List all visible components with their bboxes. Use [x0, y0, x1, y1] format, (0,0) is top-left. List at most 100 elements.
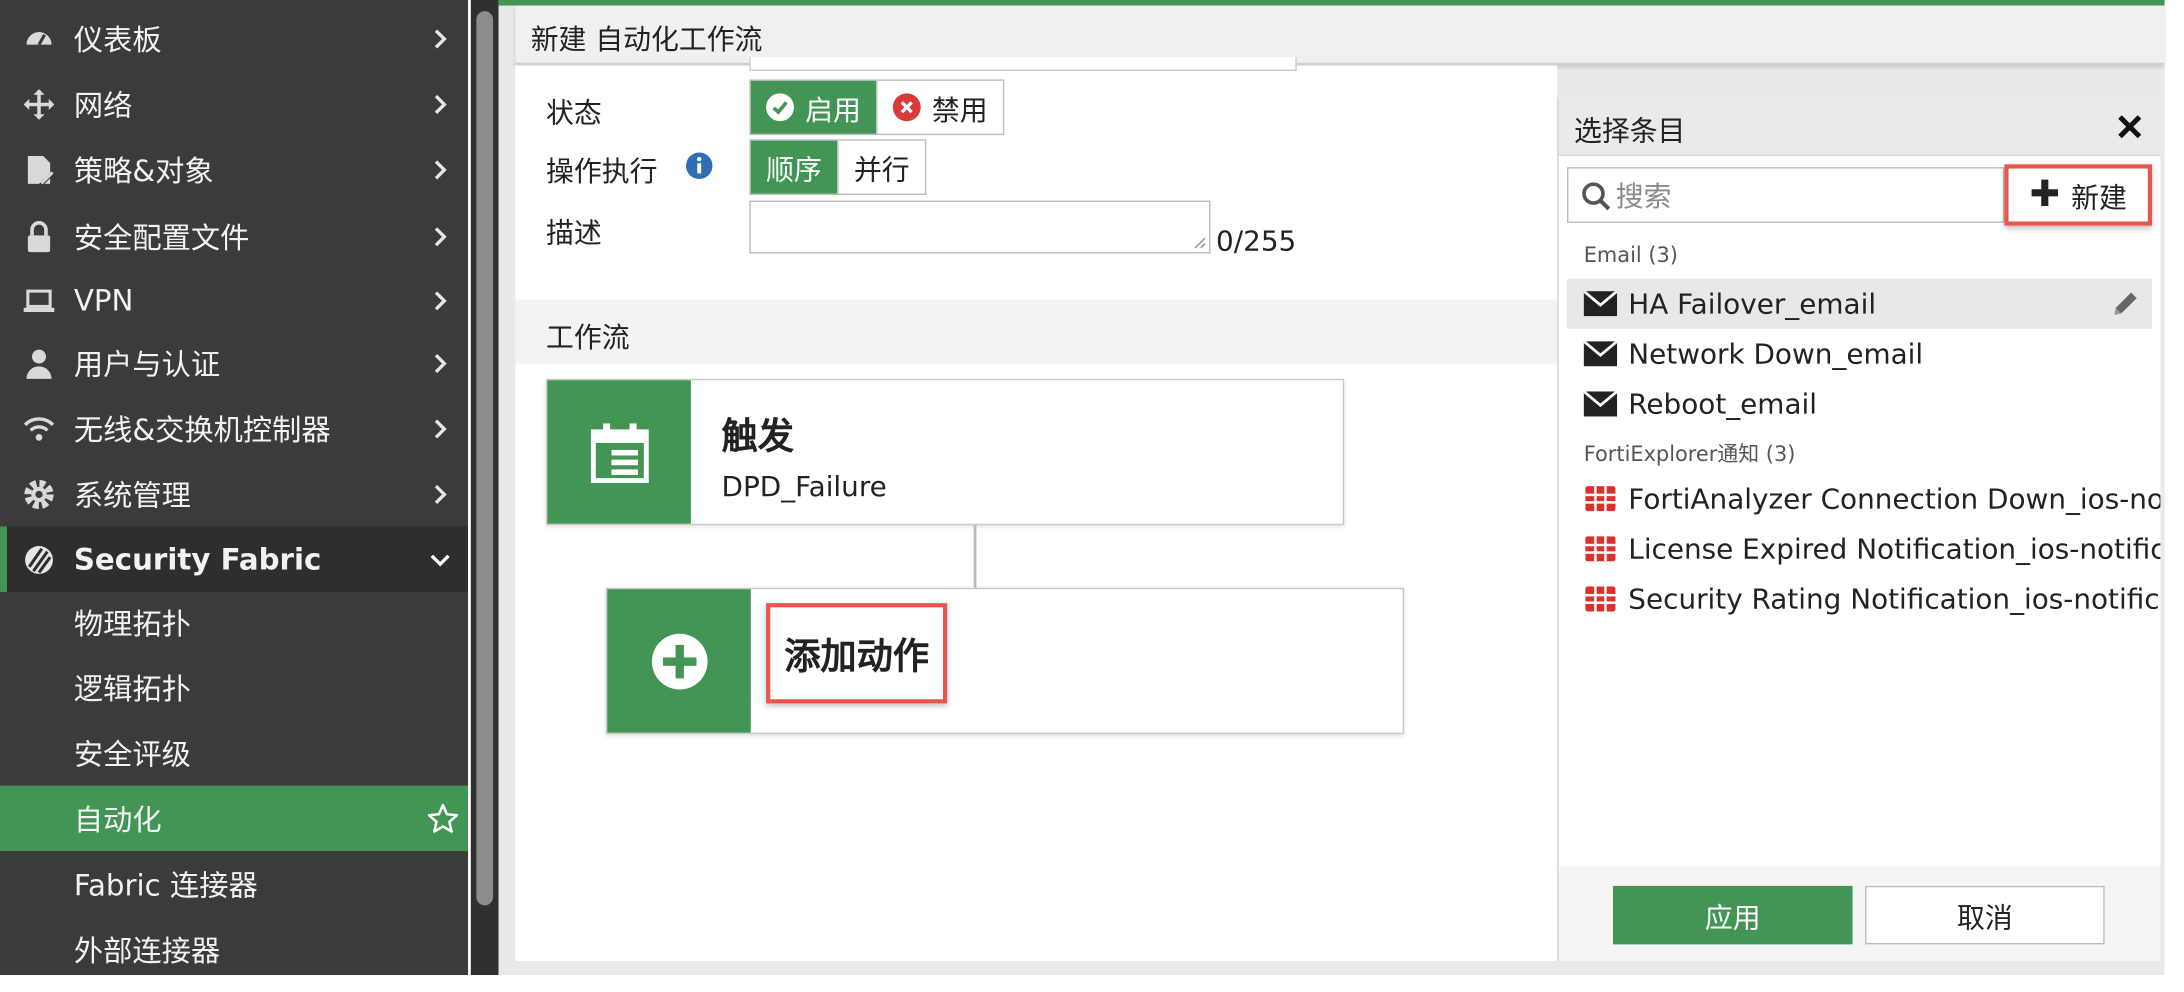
lock-icon	[22, 219, 55, 252]
active-accent-bar	[0, 526, 7, 592]
envelope-icon	[1583, 291, 1618, 317]
fortiexplorer-icon	[1585, 486, 1616, 512]
x-circle-icon	[892, 93, 921, 122]
apply-button[interactable]: 应用	[1612, 885, 1853, 945]
sidebar-subitem-external-connectors[interactable]: 外部连接器	[0, 917, 468, 982]
exec-sequential-option[interactable]: 顺序	[750, 140, 838, 194]
exec-parallel-label: 并行	[853, 152, 910, 186]
sidebar-subitem-security-rating[interactable]: 安全评级	[0, 720, 468, 785]
trigger-value: DPD_Failure	[721, 469, 887, 503]
trigger-title: 触发	[721, 416, 794, 459]
plus-icon: ✚	[2029, 174, 2060, 216]
app-window: 仪表板 网络 策略&对象 安全配置文件 VPN 用户与认证 无线&交换机控制器 …	[0, 0, 2184, 992]
sidebar-item-policy[interactable]: 策略&对象	[0, 137, 468, 202]
envelope-icon	[1583, 391, 1618, 417]
sidebar-subitem-label: 安全评级	[73, 737, 191, 771]
plus-circle-icon	[651, 633, 707, 689]
trigger-card[interactable]: 触发 DPD_Failure	[546, 378, 1345, 526]
sidebar-item-security-profiles[interactable]: 安全配置文件	[0, 203, 468, 268]
pencil-icon[interactable]	[2110, 288, 2141, 319]
description-textarea[interactable]	[749, 200, 1211, 254]
sidebar-subitem-label: 物理拓扑	[73, 606, 191, 641]
list-item-label: Security Rating Notification_ios-notific…	[1628, 582, 2160, 616]
chevron-down-icon	[430, 553, 450, 566]
list-item-label: HA Failover_email	[1628, 286, 1877, 321]
list-item[interactable]: License Expired Notification_ios-notific…	[1567, 524, 2160, 574]
sidebar-scrollbar-thumb[interactable]	[476, 11, 494, 906]
sidebar-subitem-physical-topology[interactable]: 物理拓扑	[0, 589, 468, 654]
add-action-card[interactable]: 添加动作	[605, 587, 1405, 735]
sidebar-item-label: 系统管理	[73, 478, 191, 512]
sidebar-item-label: 无线&交换机控制器	[73, 412, 331, 447]
list-item-label: Reboot_email	[1628, 387, 1817, 421]
chevron-right-icon	[434, 159, 447, 179]
desc-char-count: 0/255	[1216, 224, 1297, 258]
sidebar-item-label: 网络	[73, 88, 133, 122]
sidebar-subitem-automation[interactable]: 自动化	[0, 785, 469, 852]
sidebar-item-wifi-switch[interactable]: 无线&交换机控制器	[0, 396, 468, 461]
search-icon	[1582, 182, 1611, 211]
status-enable-option[interactable]: 启用	[750, 80, 877, 134]
gear-icon	[22, 477, 55, 510]
chevron-right-icon	[434, 290, 447, 310]
sidebar-item-label: 安全配置文件	[73, 220, 250, 255]
list-item[interactable]: Security Rating Notification_ios-notific…	[1567, 574, 2160, 624]
status-enable-label: 启用	[805, 92, 861, 127]
sidebar-item-security-fabric[interactable]: Security Fabric	[0, 526, 469, 592]
sidebar-subitem-label: 逻辑拓扑	[73, 672, 191, 706]
chevron-right-icon	[434, 484, 447, 504]
exec-parallel-option[interactable]: 并行	[837, 140, 925, 194]
status-label: 状态	[546, 96, 602, 130]
laptop-icon	[22, 283, 55, 316]
cancel-button[interactable]: 取消	[1865, 885, 2105, 945]
sidebar-item-vpn[interactable]: VPN	[0, 267, 468, 332]
wifi-icon	[22, 412, 55, 445]
calendar-icon	[590, 422, 649, 483]
status-disable-option[interactable]: 禁用	[876, 80, 1003, 134]
list-item-label: FortiAnalyzer Connection Down_ios-notifi…	[1628, 481, 2160, 516]
sidebar-item-user-auth[interactable]: 用户与认证	[0, 330, 468, 395]
page-header: 新建 自动化工作流	[515, 5, 2165, 65]
sidebar-subitem-label: 外部连接器	[73, 933, 221, 968]
add-action-button[interactable]: 添加动作	[766, 603, 948, 704]
envelope-icon	[1583, 341, 1618, 367]
list-item-label: License Expired Notification_ios-notific…	[1628, 532, 2160, 566]
sidebar-item-dashboard[interactable]: 仪表板	[0, 6, 468, 71]
list-item[interactable]: Network Down_email	[1567, 329, 2152, 379]
sidebar-item-label: VPN	[73, 283, 134, 317]
apply-button-label: 应用	[1704, 900, 1761, 934]
desc-label: 描述	[546, 215, 602, 250]
list-item-label: Network Down_email	[1628, 337, 1924, 371]
policy-icon	[22, 153, 56, 186]
add-action-icon-box	[607, 589, 751, 733]
list-item[interactable]: Reboot_email	[1567, 379, 2152, 429]
exec-sequential-label: 顺序	[766, 152, 822, 186]
star-icon[interactable]	[426, 802, 459, 835]
sidebar-subitem-logical-topology[interactable]: 逻辑拓扑	[0, 655, 468, 720]
new-button[interactable]: ✚ 新建	[2004, 164, 2153, 226]
list-item[interactable]: HA Failover_email	[1567, 278, 2153, 329]
sidebar-subitem-label: 自动化	[73, 803, 162, 837]
resize-grip-icon[interactable]	[1192, 235, 1206, 249]
cancel-button-label: 取消	[1957, 900, 2013, 934]
check-circle-icon	[766, 93, 794, 122]
chevron-right-icon	[434, 226, 447, 246]
workflow-section-title: 工作流	[546, 320, 630, 354]
sidebar-item-system[interactable]: 系统管理	[0, 461, 468, 526]
panel-title: 选择条目	[1573, 114, 1686, 148]
sidebar-subitem-fabric-connectors[interactable]: Fabric 连接器	[0, 851, 468, 916]
search-input[interactable]	[1615, 176, 1992, 216]
sidebar-subitem-label: Fabric 连接器	[73, 868, 258, 902]
page-title: 新建 自动化工作流	[530, 22, 763, 56]
search-box	[1567, 167, 2005, 223]
name-input-edge[interactable]	[749, 57, 1297, 72]
close-icon[interactable]	[2116, 113, 2144, 141]
exec-label: 操作执行	[546, 154, 658, 189]
status-disable-label: 禁用	[931, 92, 988, 127]
sidebar-item-network[interactable]: 网络	[0, 71, 468, 136]
list-item[interactable]: FortiAnalyzer Connection Down_ios-notifi…	[1567, 474, 2160, 524]
status-toggle: 启用 禁用	[749, 79, 1005, 136]
add-action-label: 添加动作	[784, 635, 930, 678]
info-icon[interactable]	[685, 152, 713, 180]
panel-body: ✚ 新建 Email (3) HA Failover_email Network…	[1558, 156, 2161, 867]
